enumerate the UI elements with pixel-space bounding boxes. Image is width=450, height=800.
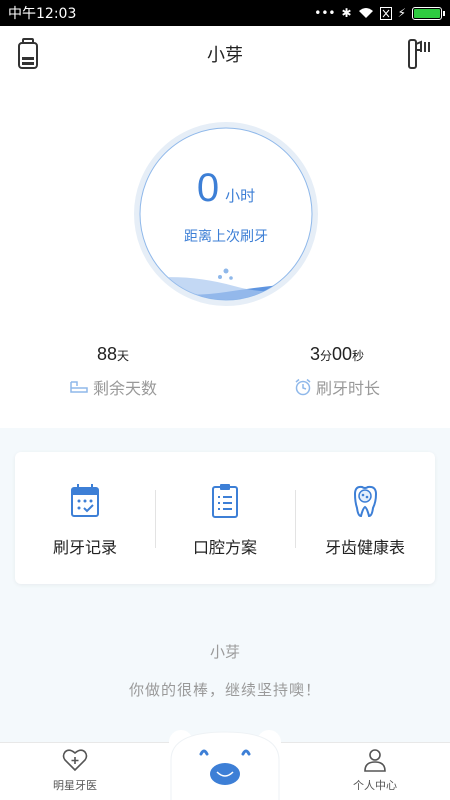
brush-duration-stat: 3分00秒 刷牙时长	[262, 344, 412, 399]
duration-label: 刷牙时长	[315, 379, 380, 398]
duration-sec: 00	[331, 344, 353, 364]
more-icon: •••	[314, 6, 336, 20]
bluetooth-icon: ✱	[341, 6, 352, 20]
status-icons: ••• ✱ ⚡	[314, 6, 445, 20]
mascot-home-button[interactable]	[163, 722, 287, 800]
user-icon	[364, 749, 386, 772]
alarm-clock-icon	[295, 378, 311, 396]
sim-off-icon	[379, 6, 392, 20]
brushing-record-label: 刷牙记录	[52, 538, 117, 557]
dental-health-chart-label: 牙齿健康表	[324, 538, 405, 557]
heart-plus-icon	[62, 749, 88, 772]
oral-plan-label: 口腔方案	[192, 538, 257, 557]
tab-personal-center-label: 个人中心	[353, 779, 397, 792]
dental-health-chart-button[interactable]: 牙齿健康表	[295, 452, 435, 584]
mascot-name: 小芽	[209, 643, 240, 661]
encouragement-message: 你做的很棒，继续坚持噢！	[128, 681, 321, 699]
clipboard-icon	[212, 484, 238, 518]
remaining-days-stat: 88天 剩余天数	[38, 344, 188, 399]
battery-fill	[414, 8, 440, 18]
duration-sec-unit: 秒	[352, 349, 365, 363]
tooth-icon	[353, 485, 378, 518]
app-header: 小芽	[0, 26, 450, 82]
remaining-days-value: 88	[96, 344, 117, 364]
brushing-record-button[interactable]: 刷牙记录	[15, 452, 155, 584]
tab-star-dentist-label: 明星牙医	[53, 779, 97, 792]
duration-min-unit: 分	[319, 349, 332, 363]
remaining-days-unit: 天	[117, 349, 130, 363]
toothbrush-icon[interactable]	[406, 38, 434, 70]
tab-star-dentist[interactable]: 明星牙医	[35, 747, 115, 793]
battery-icon[interactable]	[16, 38, 40, 70]
wifi-icon	[358, 8, 373, 18]
duration-min: 3	[309, 344, 320, 364]
calendar-icon	[71, 484, 99, 517]
dial-caption: 距离上次刷牙	[184, 229, 268, 245]
hours-unit: 小时	[225, 187, 256, 205]
hours-value: 0	[196, 166, 220, 210]
battery-indicator	[412, 6, 445, 20]
feature-card: 刷牙记录 口腔方案 牙齿健康表	[15, 452, 435, 584]
status-time: 中午12:03	[8, 6, 77, 22]
brush-head-icon	[70, 381, 88, 393]
tab-personal-center[interactable]: 个人中心	[335, 747, 415, 793]
dial-ring	[134, 122, 318, 306]
page-title: 小芽	[207, 45, 243, 66]
brush-timer-dial[interactable]: 0 小时 距离上次刷牙	[134, 122, 318, 306]
oral-plan-button[interactable]: 口腔方案	[155, 452, 295, 584]
remaining-days-label: 剩余天数	[92, 379, 157, 398]
hours-since-brushing: 0 小时	[134, 166, 318, 211]
charging-icon: ⚡	[397, 6, 406, 20]
status-bar: 中午12:03 ••• ✱ ⚡	[0, 0, 450, 26]
top-panel: 0 小时 距离上次刷牙 88天 剩余天数 3分00秒 刷牙时长	[0, 82, 450, 428]
